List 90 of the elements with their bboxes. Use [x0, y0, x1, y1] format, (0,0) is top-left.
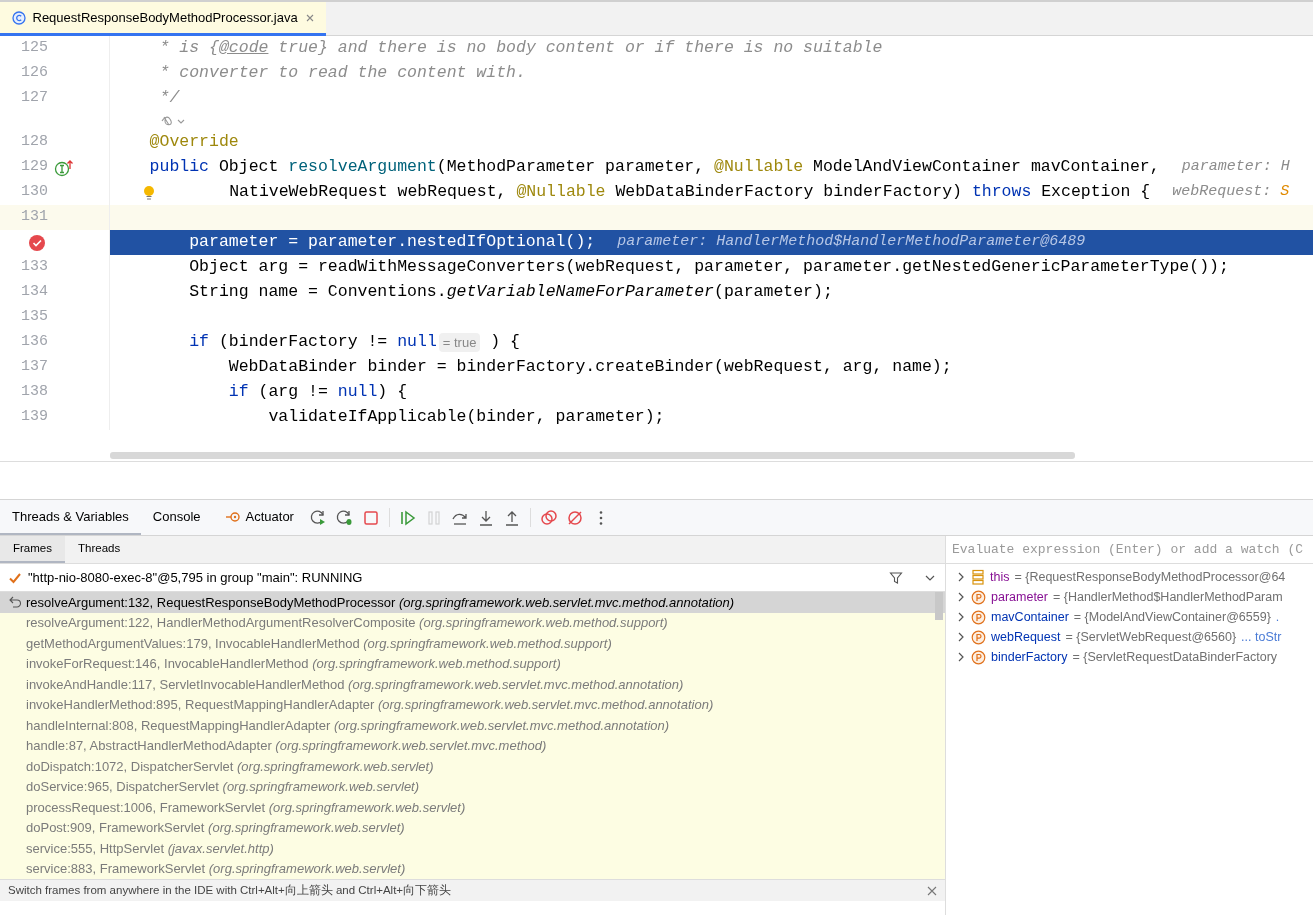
- breakpoint-icon[interactable]: [28, 233, 46, 252]
- stack-frame[interactable]: invokeForRequest:146, InvocableHandlerMethod (org.springframework.web.method.support): [0, 653, 945, 674]
- inline-value-hint: webRequest: S: [1172, 182, 1290, 203]
- actuator-icon: [224, 509, 241, 524]
- inline-value-hint: parameter: HandlerMethod$HandlerMethodParameter@6489: [617, 232, 1086, 253]
- class-icon: [12, 10, 26, 25]
- parameter-icon: [971, 609, 986, 625]
- stack-frame[interactable]: service:555, HttpServlet (javax.servlet.http): [0, 838, 945, 859]
- resume-icon[interactable]: [398, 508, 417, 527]
- stack-frame[interactable]: invokeHandlerMethod:895, RequestMappingHandlerAdapter (org.springframework.web.servlet.mvc.method.annotation): [0, 694, 945, 715]
- variable-name: webRequest: [991, 628, 1061, 646]
- line-number: 133: [20, 257, 48, 278]
- line-number: 129: [20, 157, 48, 178]
- field-stack-icon: [971, 569, 985, 586]
- return-arrow-icon: [9, 596, 22, 608]
- variable-value: = {ServletRequestDataBinderFactory: [1072, 648, 1278, 666]
- parameter-icon: [971, 589, 986, 605]
- chevron-right-icon[interactable]: [956, 571, 966, 584]
- stack-frame[interactable]: invokeAndHandle:117, ServletInvocableHandlerMethod (org.springframework.web.servlet.mvc.method.annotation): [0, 674, 945, 695]
- chevron-right-icon[interactable]: [956, 631, 966, 644]
- filter-icon[interactable]: [889, 570, 903, 585]
- scrollbar[interactable]: [935, 592, 943, 620]
- chevron-right-icon[interactable]: [956, 611, 966, 624]
- sub-tab[interactable]: Frames: [0, 536, 65, 563]
- stack-frame[interactable]: handle:87, AbstractHandlerMethodAdapter (org.springframework.web.servlet.mvc.method): [0, 735, 945, 756]
- code-line: * is {@code true} and there is no body content or if there is no suitable: [158, 37, 883, 60]
- code-line: * converter to read the content with.: [158, 62, 526, 85]
- stack-frame[interactable]: getMethodArgumentValues:179, InvocableHandlerMethod (org.springframework.web.method.support): [0, 633, 945, 654]
- code-line: parameter = parameter.nestedIfOptional();: [188, 231, 596, 254]
- stack-frame[interactable]: doDispatch:1072, DispatcherServlet (org.springframework.web.servlet): [0, 756, 945, 777]
- variable-name: this: [990, 568, 1010, 586]
- scrollbar[interactable]: [110, 452, 1075, 459]
- parameter-icon: [971, 649, 986, 665]
- variable-name: mavContainer: [991, 608, 1069, 626]
- line-number: 126: [20, 63, 48, 84]
- sparkle-icon[interactable]: [160, 113, 186, 128]
- stack-frame[interactable]: handleInternal:808, RequestMappingHandlerAdapter (org.springframework.web.servlet.mvc.method.annotation): [0, 715, 945, 736]
- tip-text: Switch frames from anywhere in the IDE with Ctrl+Alt+向上箭头 and Ctrl+Alt+向下箭头: [8, 882, 452, 898]
- code-line: validateIfApplicable(binder, parameter);: [267, 406, 665, 429]
- inline-value-hint: = true: [438, 332, 481, 353]
- line-number: 135: [20, 307, 48, 328]
- line-number: 134: [20, 282, 48, 303]
- line-number: 138: [20, 382, 48, 403]
- rerun-debug-icon[interactable]: [335, 508, 354, 527]
- code-line: String name = Conventions.getVariableNameForParameter(parameter);: [188, 281, 833, 304]
- line-number: 128: [20, 132, 48, 153]
- thread-selector[interactable]: "http-nio-8080-exec-8"@5,795 in group "main": RUNNING: [28, 567, 883, 588]
- variable-value: = {ServletWebRequest@6560}: [1065, 628, 1237, 646]
- line-number: 127: [20, 88, 48, 109]
- line-number: 131: [20, 207, 48, 228]
- implements-icon[interactable]: [54, 158, 74, 177]
- to-string-link[interactable]: ... toStr: [1241, 627, 1282, 647]
- mute-breakpoints-icon[interactable]: [565, 508, 584, 527]
- code-line: Object arg = readWithMessageConverters(webRequest, parameter, parameter.getNestedGenericParameterType());: [188, 256, 1229, 279]
- line-number: 130: [20, 182, 48, 203]
- code-line: if (arg != null) {: [227, 381, 408, 404]
- stack-frame[interactable]: resolveArgument:122, HandlerMethodArgumentResolverComposite (org.springframework.web.method.support): [0, 612, 945, 633]
- variable-value: = {RequestResponseBodyMethodProcessor@64: [1014, 568, 1286, 586]
- to-string-link[interactable]: .: [1275, 607, 1280, 627]
- code-line: WebDataBinder binder = binderFactory.createBinder(webRequest, arg, name);: [227, 356, 952, 379]
- code-line: @Override: [148, 131, 239, 154]
- variable-value: = {HandlerMethod$HandlerMethodParam: [1053, 588, 1283, 606]
- code-line: public Object resolveArgument(MethodParameter parameter, @Nullable ModelAndViewContainer mavContainer,: [148, 156, 1160, 179]
- editor-tab[interactable]: RequestResponseBodyMethodProcessor.java: [0, 2, 327, 36]
- stack-frame[interactable]: service:883, FrameworkServlet (org.springframework.web.servlet): [0, 858, 945, 879]
- line-number: 139: [20, 407, 48, 428]
- code-line: */: [158, 87, 180, 110]
- line-number: 125: [20, 38, 48, 59]
- code-line: if (binderFactory != null: [188, 331, 437, 354]
- breakpoints-icon[interactable]: [539, 508, 558, 527]
- code-line: ) {: [489, 331, 520, 354]
- parameter-icon: [971, 629, 986, 645]
- variable-name: parameter: [991, 588, 1048, 606]
- tool-tab[interactable]: Console: [140, 500, 213, 535]
- stack-frame[interactable]: resolveArgument:132, RequestResponseBodyMethodProcessor (org.springframework.web.servlet.mvc.method.annotation): [0, 592, 945, 613]
- line-number: 136: [20, 332, 48, 353]
- chevron-right-icon[interactable]: [956, 591, 966, 604]
- chevron-right-icon[interactable]: [956, 651, 966, 664]
- stop-icon[interactable]: [361, 508, 380, 527]
- variable-value: = {ModelAndViewContainer@6559}: [1073, 608, 1271, 626]
- close-icon[interactable]: [927, 885, 937, 896]
- code-line: NativeWebRequest webRequest, @Nullable WebDataBinderFactory binderFactory) throws Exception {: [228, 181, 1151, 204]
- stack-frame[interactable]: doPost:909, FrameworkServlet (org.springframework.web.servlet): [0, 817, 945, 838]
- inline-value-hint: parameter: H: [1181, 157, 1290, 178]
- line-number: 137: [20, 357, 48, 378]
- stack-frame[interactable]: doService:965, DispatcherServlet (org.springframework.web.servlet): [0, 776, 945, 797]
- stack-frame[interactable]: processRequest:1006, FrameworkServlet (org.springframework.web.servlet): [0, 797, 945, 818]
- variable-name: binderFactory: [991, 648, 1068, 666]
- sub-tab[interactable]: Threads: [65, 536, 134, 563]
- tool-tab[interactable]: Actuator: [212, 500, 306, 535]
